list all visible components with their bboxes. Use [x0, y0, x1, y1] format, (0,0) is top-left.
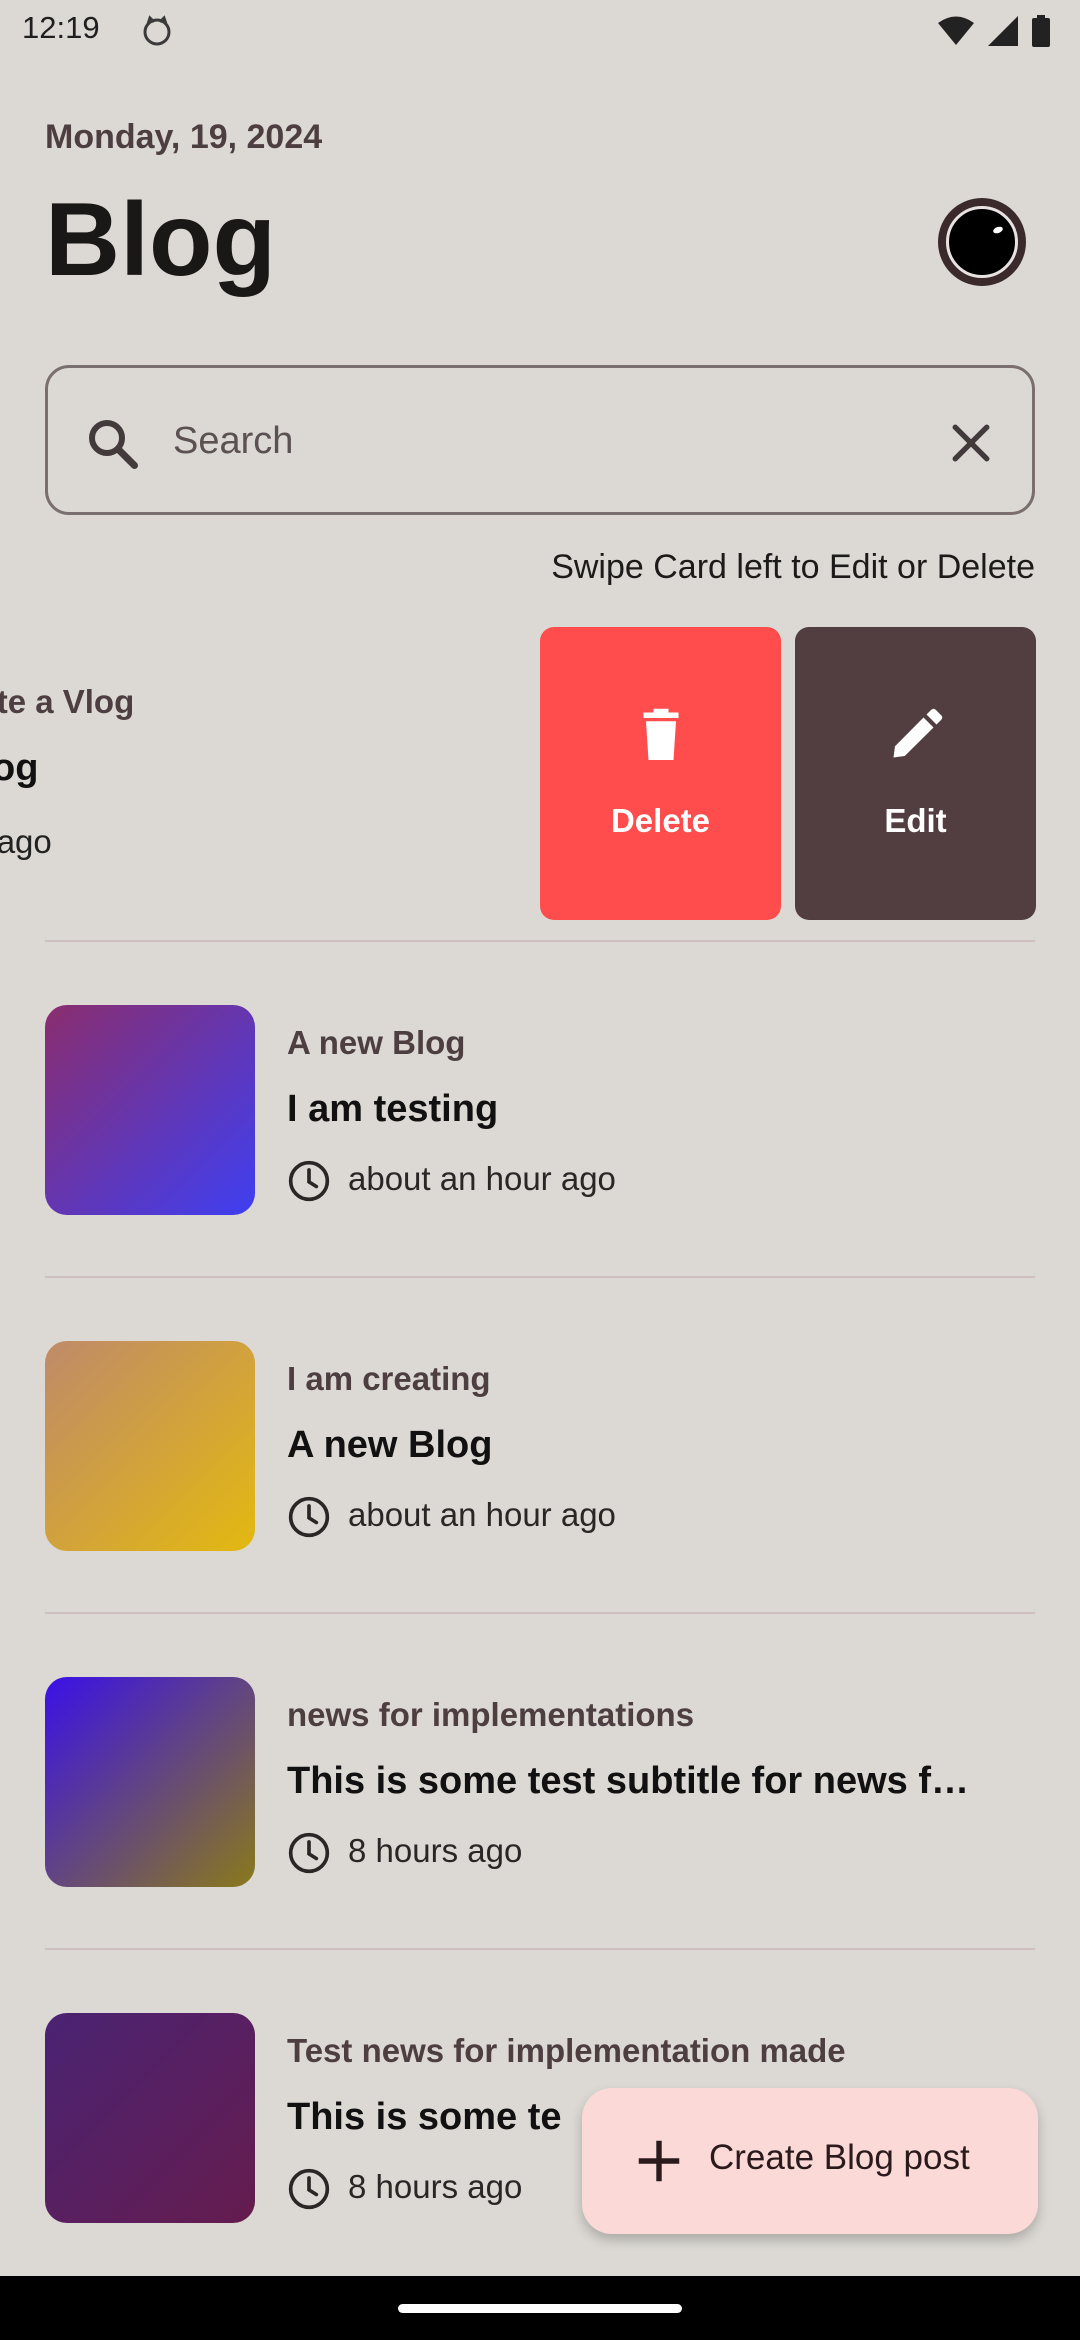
status-time: 12:19: [22, 10, 100, 45]
post-category: A new Blog: [287, 1024, 466, 1061]
post-title: Blog: [0, 747, 39, 789]
pencil-icon: [893, 708, 942, 758]
divider: [45, 1948, 1035, 1950]
signal-icon: [988, 16, 1018, 46]
post-category: Test news for implementation made: [287, 2032, 846, 2069]
clock-icon: [288, 1496, 330, 1538]
post-category: news for implementations: [287, 1696, 695, 1733]
date-label: Monday, 19, 2024: [45, 118, 323, 156]
clock-icon: [288, 2168, 330, 2210]
swipe-hint: Swipe Card left to Edit or Delete: [551, 548, 1035, 586]
home-gesture-handle[interactable]: [398, 2304, 682, 2313]
edit-label: Edit: [884, 802, 947, 839]
post-card[interactable]: A new Blog I am testing about an hour ag…: [0, 946, 1080, 1282]
post-title: This is some test subtitle for news f…: [287, 1760, 970, 1802]
post-time: about an hour ago: [348, 1496, 616, 1533]
delete-label: Delete: [610, 802, 711, 839]
divider: [45, 940, 1035, 942]
post-time: nt ago: [0, 823, 52, 860]
delete-button[interactable]: Delete: [540, 627, 781, 920]
post-thumbnail: [45, 1005, 255, 1215]
divider: [45, 1276, 1035, 1278]
close-icon[interactable]: [944, 416, 998, 470]
navigation-bar: [0, 2276, 1080, 2340]
clock-icon: [288, 1160, 330, 1202]
avatar[interactable]: [938, 198, 1026, 286]
post-title: A new Blog: [287, 1424, 493, 1466]
post-thumbnail: [45, 1677, 255, 1887]
post-title: I am testing: [287, 1088, 499, 1130]
search-icon: [89, 420, 138, 469]
search-input[interactable]: [173, 398, 953, 484]
status-icons: [938, 14, 1050, 48]
post-thumbnail: [45, 1341, 255, 1551]
post-category: I am creating: [287, 1360, 491, 1397]
post-card[interactable]: I am creating A new Blog about an hour a…: [0, 1282, 1080, 1618]
page-title: Blog: [45, 182, 277, 298]
post-time: 8 hours ago: [348, 1832, 523, 1869]
avatar-image: [946, 206, 1018, 278]
edit-button[interactable]: Edit: [795, 627, 1036, 920]
trash-icon: [643, 708, 678, 760]
post-thumbnail: [45, 2013, 255, 2223]
create-blog-post-button[interactable]: Create Blog post: [582, 2088, 1038, 2234]
post-category: eate a Vlog: [0, 683, 135, 720]
post-time: about an hour ago: [348, 1160, 616, 1197]
post-time: 8 hours ago: [348, 2168, 523, 2205]
create-blog-post-label: Create Blog post: [709, 2138, 970, 2177]
notification-cat-icon: [143, 15, 171, 46]
wifi-icon: [938, 16, 974, 45]
search-bar[interactable]: [45, 365, 1035, 515]
divider: [45, 1612, 1035, 1614]
avatar-highlight: [992, 225, 1004, 235]
plus-icon: [638, 2140, 680, 2182]
battery-icon: [1032, 15, 1050, 47]
post-card[interactable]: news for implementations This is some te…: [0, 1618, 1080, 1954]
clock-icon: [288, 1832, 330, 1874]
status-bar: 12:19: [0, 0, 1080, 64]
